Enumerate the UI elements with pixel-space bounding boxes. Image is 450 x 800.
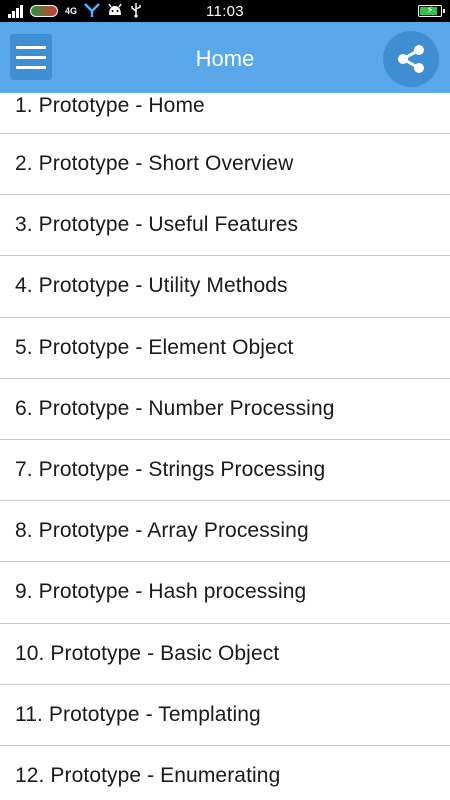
share-button[interactable] — [383, 31, 439, 87]
status-bar: 4G 11:03 ⚡ — [0, 0, 450, 22]
topic-list: 1. Prototype - Home 2. Prototype - Short… — [0, 93, 450, 800]
usb-icon — [130, 2, 142, 21]
status-icons-left: 4G — [8, 0, 142, 22]
list-item[interactable]: 3. Prototype - Useful Features — [0, 195, 450, 257]
list-item[interactable]: 6. Prototype - Number Processing — [0, 379, 450, 440]
network-label: 4G — [65, 5, 78, 16]
android-icon — [107, 3, 123, 20]
list-item[interactable]: 1. Prototype - Home — [0, 93, 450, 134]
app-bar: Home — [0, 22, 450, 93]
list-item[interactable]: 12. Prototype - Enumerating — [0, 746, 450, 800]
charging-bolt-icon: ⚡ — [426, 5, 434, 16]
carrier-icon — [30, 5, 58, 17]
list-item[interactable]: 7. Prototype - Strings Processing — [0, 440, 450, 502]
list-item[interactable]: 2. Prototype - Short Overview — [0, 134, 450, 196]
network-icon — [84, 2, 100, 20]
battery-charging-icon: ⚡ — [418, 5, 445, 17]
signal-icon — [8, 4, 23, 18]
share-icon — [398, 45, 424, 73]
list-item[interactable]: 10. Prototype - Basic Object — [0, 624, 450, 685]
list-item[interactable]: 8. Prototype - Array Processing — [0, 501, 450, 563]
list-item[interactable]: 9. Prototype - Hash processing — [0, 562, 450, 624]
list-item[interactable]: 4. Prototype - Utility Methods — [0, 256, 450, 318]
status-icons-right: ⚡ — [418, 5, 445, 17]
list-item[interactable]: 11. Prototype - Templating — [0, 685, 450, 746]
list-item[interactable]: 5. Prototype - Element Object — [0, 318, 450, 379]
